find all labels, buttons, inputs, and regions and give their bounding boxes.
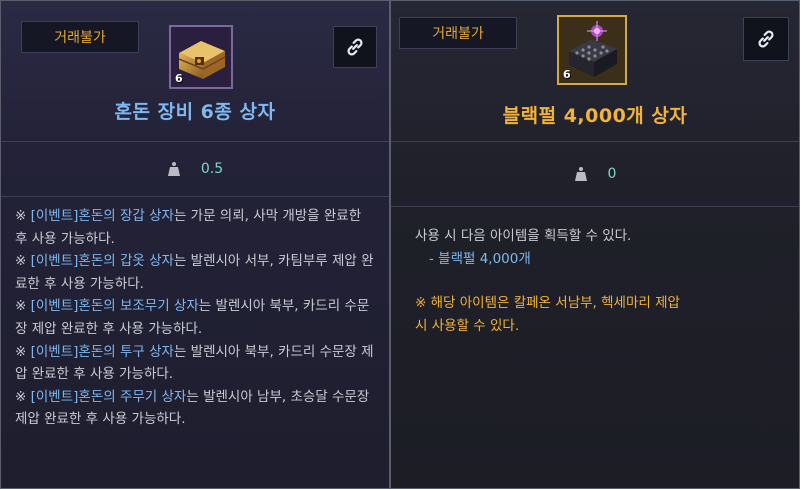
item-count: 6 [175,72,183,85]
item-description: 사용 시 다음 아이템을 획득할 수 있다. - 블랙펄 4,000개 ※ 해당… [391,207,799,337]
usage-note: ※ 해당 아이템은 칼페온 서남부, 헥세마리 제압 시 사용할 수 있다. [415,292,773,337]
description-entry: ※ [이벤트]혼돈의 투구 상자는 발렌시아 북부, 카드리 수문장 제압 완료… [15,341,375,386]
note-mark: ※ [15,253,31,270]
weight-row: 0 [391,142,799,206]
reward-item: - 블랙펄 4,000개 [429,250,531,267]
item-name-highlight: [이벤트]혼돈의 갑옷 상자 [30,253,174,270]
weight-icon [574,167,587,181]
reward-line: - 블랙펄 4,000개 [415,248,773,271]
usage-note-region: 칼페온 서남부, 헥세마리 제압 [513,295,680,312]
item-tooltip-black-pearl-box: 거래불가 6 블랙펄 4,000개 상자 0 사용 시 다음 아이템을 획득할 … [390,0,800,489]
black-pearl-box-icon: 6 [557,15,627,85]
copy-link-button[interactable] [743,17,789,61]
tooltip-header: 거래불가 6 [1,1,389,141]
item-name-highlight: [이벤트]혼돈의 주무기 상자 [30,388,187,405]
item-count: 6 [563,68,571,81]
copy-link-button[interactable] [333,26,377,68]
note-mark: ※ [15,388,31,405]
description-entry: ※ [이벤트]혼돈의 장갑 상자는 가문 의뢰, 사막 개방을 완료한 후 사용… [15,205,375,250]
note-mark: ※ [15,343,31,360]
description-entry: ※ [이벤트]혼돈의 갑옷 상자는 발렌시아 서부, 카팀부루 제압 완료한 후… [15,250,375,295]
description-intro: 사용 시 다음 아이템을 획득할 수 있다. [415,228,632,244]
link-icon [758,30,774,48]
note-mark: ※ [15,208,31,224]
item-name-highlight: [이벤트]혼돈의 장갑 상자 [30,208,174,224]
item-title: 혼돈 장비 6종 상자 [114,101,276,123]
untradeable-badge: 거래불가 [21,21,139,53]
description-entry: ※ [이벤트]혼돈의 주무기 상자는 발렌시아 남부, 초승달 수문장 제압 완… [15,386,375,431]
weight-value: 0 [607,166,617,182]
usage-note-suffix: 시 사용할 수 있다. [415,317,520,334]
description-entry: ※ [이벤트]혼돈의 보조무기 상자는 발렌시아 북부, 카드리 수문장 제압 … [15,295,375,340]
item-name-highlight: [이벤트]혼돈의 보조무기 상자 [30,298,199,315]
item-tooltip-chaos-equipment-box: 거래불가 6 혼돈 장비 6종 상자 0.5 ※ [이벤트]혼돈의 장갑 상자는… [0,0,390,489]
item-description: ※ [이벤트]혼돈의 장갑 상자는 가문 의뢰, 사막 개방을 완료한 후 사용… [1,197,389,431]
note-mark: ※ [15,298,31,315]
weight-value: 0.5 [200,161,224,177]
item-name-highlight: [이벤트]혼돈의 투구 상자 [30,343,174,360]
item-title: 블랙펄 4,000개 상자 [502,105,688,127]
usage-note-prefix: ※ 해당 아이템은 [415,295,514,312]
link-icon [347,38,363,56]
equipment-chest-icon: 6 [169,25,233,89]
weight-row: 0.5 [1,142,389,196]
tooltip-header: 거래불가 6 [391,1,799,141]
untradeable-badge: 거래불가 [399,17,517,49]
weight-icon [167,162,180,176]
